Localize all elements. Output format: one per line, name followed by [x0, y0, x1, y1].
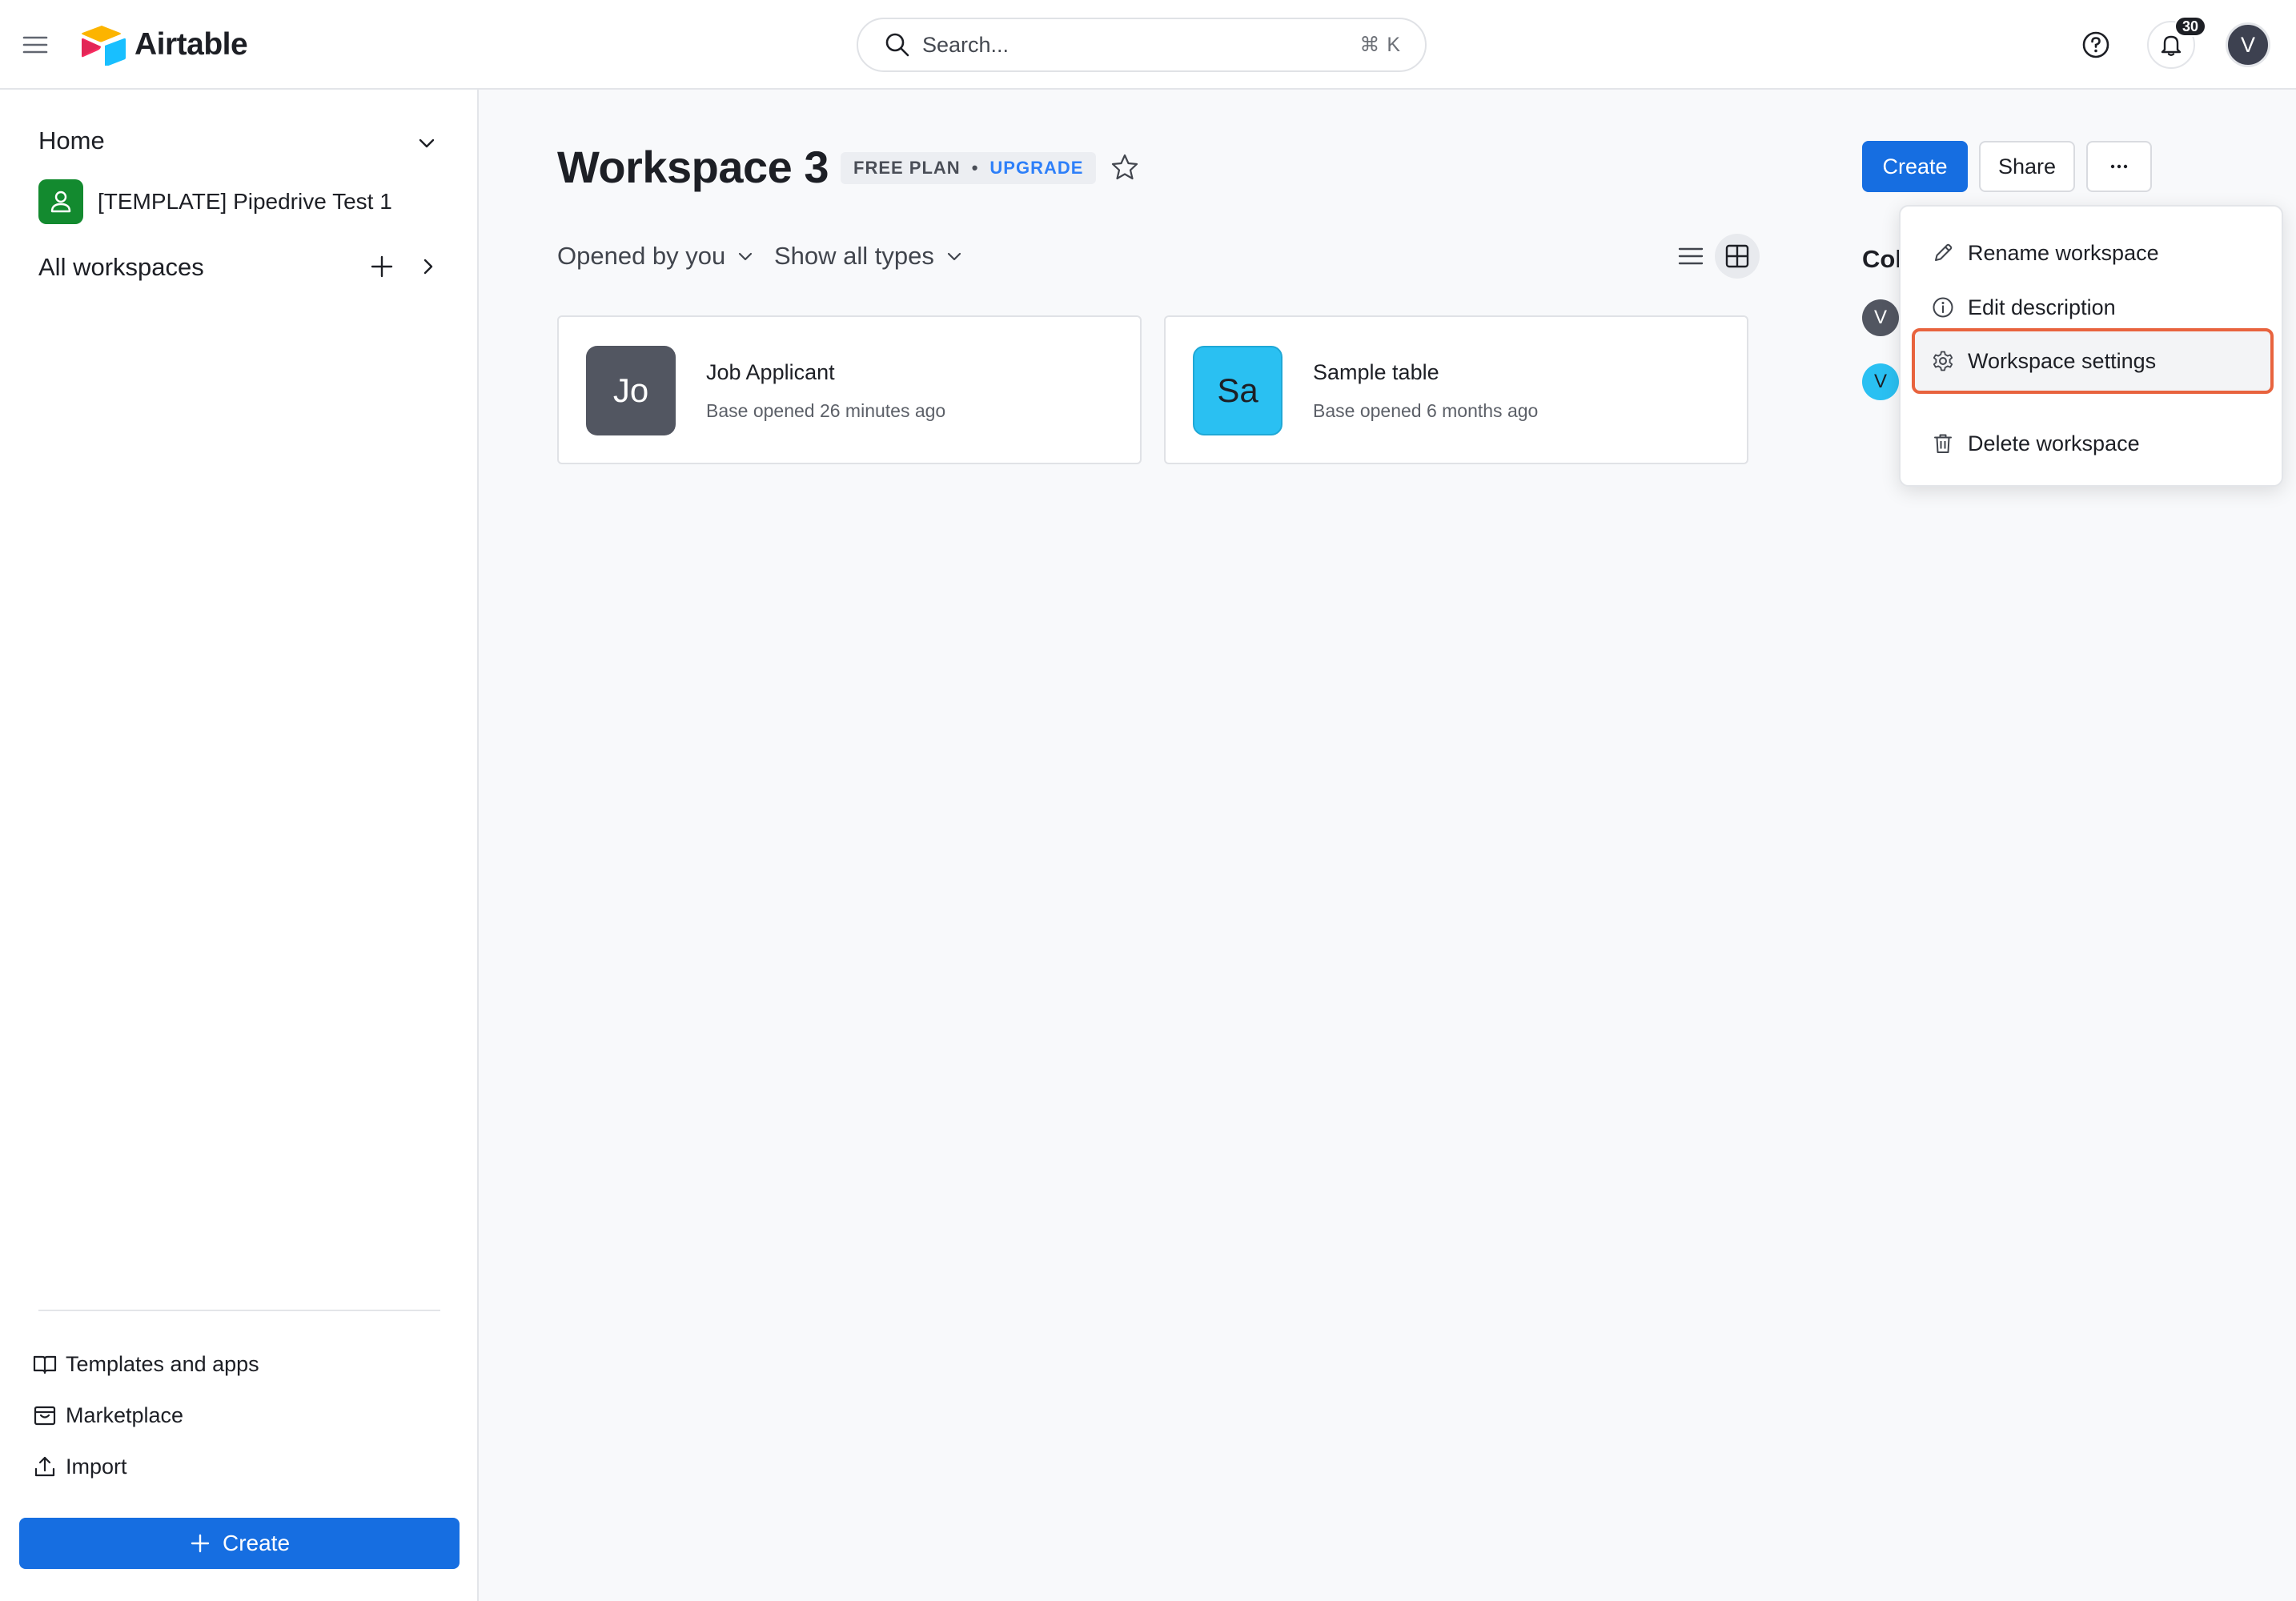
marketplace-icon: [34, 1406, 56, 1426]
collaborators-heading: Col: [1862, 245, 1902, 273]
plan-label: FREE PLAN: [853, 158, 961, 178]
chevron-down-icon: [947, 252, 961, 261]
create-button[interactable]: Create: [1862, 141, 1968, 192]
gear-icon: [1933, 351, 1953, 371]
menu-item-delete-workspace[interactable]: Delete workspace: [1913, 421, 2272, 466]
sidebar-home-heading[interactable]: Home: [38, 126, 105, 155]
menu-item-label: Workspace settings: [1968, 348, 2157, 373]
ellipsis-icon: [2110, 164, 2128, 169]
pencil-icon: [1935, 243, 1953, 261]
filter-label: Opened by you: [557, 242, 726, 270]
opened-by-filter[interactable]: Opened by you: [557, 240, 756, 272]
base-initials-icon: Sa: [1193, 346, 1282, 435]
sidebar-create-button[interactable]: Create: [19, 1518, 460, 1569]
trash-icon: [1934, 434, 1952, 453]
search-shortcut: ⌘ K: [1359, 34, 1401, 56]
more-options-button[interactable]: [2086, 141, 2152, 192]
upload-icon: [34, 1456, 55, 1477]
type-filter[interactable]: Show all types: [774, 240, 965, 272]
search-bar[interactable]: Search... ⌘ K: [857, 18, 1427, 72]
user-avatar[interactable]: V: [2226, 22, 2270, 67]
base-initials-icon: Jo: [586, 346, 676, 435]
info-icon: [1933, 297, 1953, 318]
sidebar-link-import[interactable]: Import: [32, 1451, 127, 1483]
plus-icon: [191, 1534, 210, 1553]
top-bar: Airtable Search... ⌘ K 30 V: [0, 0, 2296, 90]
search-icon: [885, 33, 909, 57]
menu-item-label: Rename workspace: [1968, 240, 2159, 265]
plus-icon[interactable]: [368, 253, 395, 280]
chevron-down-icon[interactable]: [415, 131, 439, 155]
sidebar-all-workspaces[interactable]: All workspaces: [38, 253, 204, 282]
sidebar: Home [TEMPLATE] Pipedrive Test 1 All wor…: [0, 90, 479, 1601]
grid-view-icon: [1725, 244, 1749, 268]
chevron-right-icon[interactable]: [416, 255, 440, 279]
airtable-logo[interactable]: Airtable: [80, 22, 248, 67]
airtable-logo-icon: [82, 26, 126, 66]
sidebar-item-base[interactable]: [TEMPLATE] Pipedrive Test 1: [38, 179, 392, 224]
menu-item-edit-description[interactable]: Edit description: [1913, 285, 2272, 330]
filter-label: Show all types: [774, 242, 934, 270]
base-last-opened: Base opened 26 minutes ago: [706, 400, 946, 421]
chevron-down-icon: [739, 252, 753, 261]
star-icon[interactable]: [1110, 152, 1140, 183]
menu-item-workspace-settings[interactable]: Workspace settings: [1912, 328, 2274, 394]
person-icon: [50, 191, 71, 213]
workspace-options-menu: Rename workspace Edit description Worksp…: [1899, 205, 2283, 487]
page-title: Workspace 3: [557, 142, 829, 192]
hamburger-icon[interactable]: [21, 30, 50, 59]
collaborator-avatar[interactable]: V: [1862, 363, 1899, 400]
create-label: Create: [222, 1531, 291, 1555]
sidebar-item-label: [TEMPLATE] Pipedrive Test 1: [98, 189, 392, 214]
list-view-icon[interactable]: [1675, 240, 1707, 272]
share-button[interactable]: Share: [1979, 141, 2075, 192]
search-placeholder: Search...: [922, 32, 1010, 57]
help-icon[interactable]: [2080, 29, 2112, 61]
sidebar-link-label: Templates and apps: [66, 1351, 259, 1376]
menu-item-label: Edit description: [1968, 295, 2116, 319]
app-name: Airtable: [134, 27, 248, 62]
base-name: Job Applicant: [706, 360, 835, 384]
base-icon: [38, 179, 83, 224]
plan-separator: •: [971, 158, 979, 178]
menu-item-rename-workspace[interactable]: Rename workspace: [1913, 231, 2272, 275]
book-icon: [33, 1355, 57, 1374]
plan-badge: FREE PLAN • UPGRADE: [841, 152, 1097, 184]
base-card-job-applicant[interactable]: Jo Job Applicant Base opened 26 minutes …: [557, 315, 1142, 464]
sidebar-link-marketplace[interactable]: Marketplace: [32, 1399, 183, 1431]
base-last-opened: Base opened 6 months ago: [1313, 400, 1539, 421]
upgrade-link[interactable]: UPGRADE: [989, 158, 1083, 179]
base-card-sample-table[interactable]: Sa Sample table Base opened 6 months ago: [1164, 315, 1748, 464]
sidebar-divider: [38, 1310, 440, 1311]
notification-count-badge: 30: [2174, 16, 2206, 37]
collaborator-avatar[interactable]: V: [1862, 299, 1899, 336]
sidebar-link-label: Marketplace: [66, 1402, 184, 1427]
grid-view-button[interactable]: [1715, 234, 1760, 279]
base-name: Sample table: [1313, 360, 1439, 384]
sidebar-link-templates[interactable]: Templates and apps: [32, 1348, 259, 1380]
sidebar-link-label: Import: [66, 1454, 127, 1479]
menu-item-label: Delete workspace: [1968, 431, 2140, 455]
